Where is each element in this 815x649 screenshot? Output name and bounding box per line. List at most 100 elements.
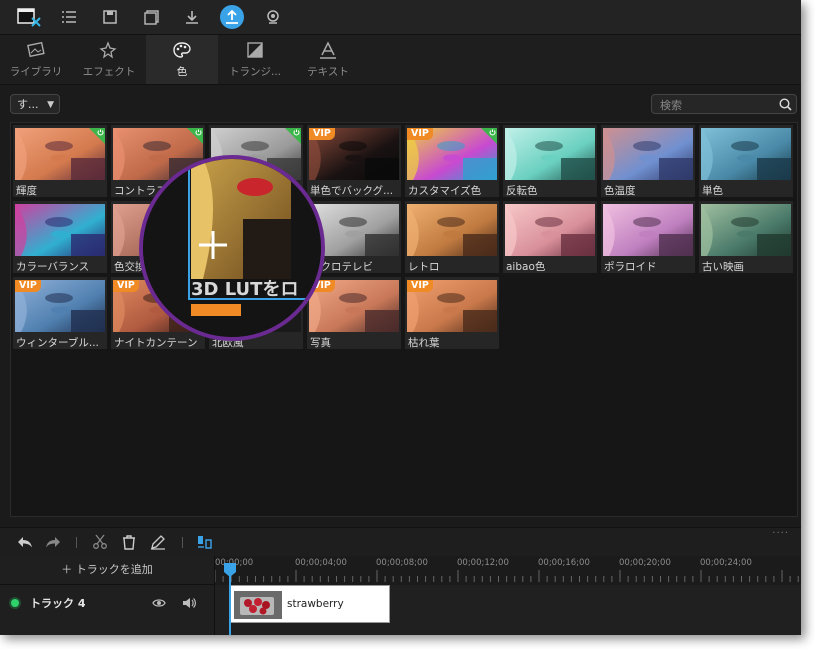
export-icon[interactable] [220,5,244,29]
tab-library[interactable]: ライブラリ [0,35,72,84]
power-icon [489,129,496,136]
track-name: トラック 4 [30,597,86,610]
panel-resize-handle[interactable]: .... [772,525,789,536]
tab-color[interactable]: 色 [146,35,218,84]
eye-icon[interactable] [152,596,166,610]
power-icon [97,129,104,136]
magnified-lut-label: 3D LUTをロ [191,279,299,300]
tab-color-label: 色 [176,66,188,78]
tab-text[interactable]: テキスト [292,35,364,84]
filter-item[interactable]: 写真 VIP [307,277,401,349]
ruler-time-label: 00;00;20;00 [619,558,671,568]
filter-item[interactable]: ウィンターブル... VIP [13,277,107,349]
chevron-down-icon: ▼ [47,100,54,110]
filter-thumbnail [603,204,693,256]
vip-badge: VIP [15,280,41,292]
tab-library-label: ライブラリ [9,66,63,78]
filter-name: 枯れ葉 [408,337,440,349]
filter-name: 反転色 [506,185,538,197]
filter-name: ウィンターブル... [16,337,99,349]
tab-effects-label: エフェクト [82,66,136,78]
clip-thumbnail [234,591,282,619]
free-badge [187,128,203,144]
filter-name: 古い映画 [702,261,744,273]
search-icon[interactable] [779,98,792,111]
app-window: ライブラリ エフェクト 色 トランジ... テキスト す... ▼ 検索 輝度 … [0,0,801,635]
filter-item[interactable]: 単色でバックグ... VIP [307,125,401,197]
media-tabs: ライブラリ エフェクト 色 トランジ... テキスト [0,35,801,85]
undo-icon[interactable] [17,534,33,550]
filter-name: 色温度 [604,185,636,197]
filter-item[interactable]: ポラロイド [601,201,695,273]
free-badge [89,128,105,144]
pencil-icon[interactable] [150,534,166,550]
tab-transition[interactable]: トランジ... [219,35,291,84]
save-as-icon[interactable] [139,5,163,29]
filter-thumbnail [505,204,595,256]
download-icon[interactable] [180,5,204,29]
filter-thumbnail [505,128,595,180]
playhead-handle[interactable] [224,563,236,577]
free-badge [481,128,497,144]
filter-item[interactable]: aibao色 [503,201,597,273]
filter-thumbnail [407,204,497,256]
tab-text-label: テキスト [307,66,349,78]
track-status-icon [11,599,19,607]
category-dropdown-value: す... [17,98,39,111]
timeline-ruler[interactable]: 00;00;0000;00;04;0000;00;08;0000;00;12;0… [215,556,801,584]
filter-item[interactable]: 色温度 [601,125,695,197]
filter-item[interactable]: 輝度 [13,125,107,197]
add-track-button[interactable]: ＋ トラックを追加 [0,556,214,585]
list-icon[interactable] [57,5,81,29]
magnified-thumbnail [143,159,321,337]
search-input[interactable] [658,95,780,115]
filter-name: ポラロイド [604,261,657,273]
filter-thumbnail [701,204,791,256]
top-toolbar [0,0,801,35]
free-badge [285,128,301,144]
power-icon [195,129,202,136]
split-clip-icon[interactable] [197,534,213,550]
filter-item[interactable]: カスタマイズ色 VIP [405,125,499,197]
filter-name: カラーバランス [16,261,90,273]
save-icon[interactable] [98,5,122,29]
video-clip[interactable]: strawberry [230,585,390,623]
track-lane[interactable]: strawberry [215,585,801,635]
track-row: トラック 4 [0,585,214,622]
filter-item[interactable]: 古い映画 [699,201,793,273]
ruler-time-label: 00;00;04;00 [295,558,347,568]
ruler-time-label: 00;00;12;00 [457,558,509,568]
search-box [651,94,797,115]
filter-item[interactable]: 枯れ葉 VIP [405,277,499,349]
ruler-time-label: 00;00;08;00 [376,558,428,568]
filter-name: 写真 [310,337,331,349]
filter-thumbnail [15,204,105,256]
ruler-ticks [215,570,799,582]
filter-name: 輝度 [16,185,37,197]
redo-icon[interactable] [45,534,61,550]
vip-badge: VIP [309,128,335,140]
category-dropdown[interactable]: す... ▼ [10,94,60,114]
library-icon [27,41,45,58]
tab-effects[interactable]: エフェクト [73,35,145,84]
vip-badge: VIP [113,280,139,292]
timeline-toolbar: .... [0,525,801,556]
palette-icon [173,42,191,58]
filter-thumbnail [603,128,693,180]
power-icon [293,129,300,136]
transition-icon [247,42,263,58]
webcam-icon[interactable] [261,5,285,29]
filter-item[interactable]: 単色 [699,125,793,197]
filter-name: カスタマイズ色 [408,185,482,197]
trash-icon[interactable] [121,534,137,550]
clip-label: strawberry [287,598,344,610]
text-icon [320,41,336,59]
filter-item[interactable]: 反転色 [503,125,597,197]
volume-icon[interactable] [182,596,196,610]
filter-item[interactable]: レトロ [405,201,499,273]
scissors-icon[interactable] [92,534,108,550]
track-header-panel: ＋ トラックを追加 トラック 4 [0,556,215,635]
ruler-time-label: 00;00;16;00 [538,558,590,568]
filter-item[interactable]: カラーバランス [13,201,107,273]
sparkle-icon [99,41,117,59]
